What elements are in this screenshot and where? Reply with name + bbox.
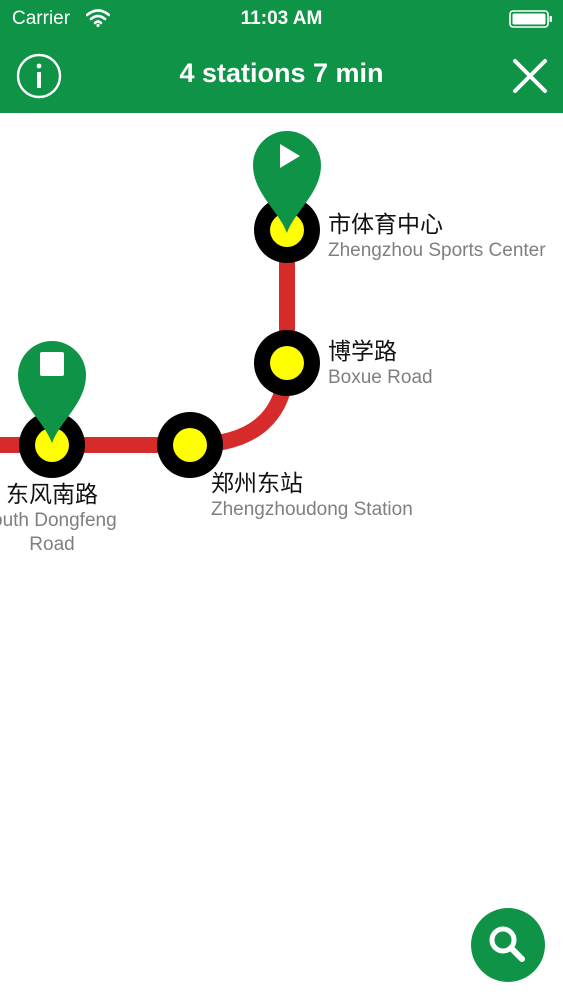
- station-name-en-line1: outh Dongfeng: [0, 510, 117, 531]
- status-bar: Carrier 11:03 AM: [0, 0, 563, 38]
- station-label-sports-center: 市体育中心 Zhengzhou Sports Center: [328, 211, 546, 263]
- battery-icon: [509, 10, 552, 28]
- stop-icon: [40, 352, 64, 376]
- info-icon[interactable]: [16, 53, 62, 99]
- search-icon: [489, 926, 525, 962]
- start-pin-icon: [253, 131, 321, 233]
- route-map: 市体育中心 Zhengzhou Sports Center 博学路 Boxue …: [0, 113, 563, 1000]
- header-bar: Carrier 11:03 AM 4 stations 7 min: [0, 0, 563, 113]
- search-button[interactable]: [471, 908, 545, 982]
- station-label-boxue-road: 博学路 Boxue Road: [328, 338, 433, 390]
- close-icon[interactable]: [509, 55, 551, 97]
- clock-time: 11:03 AM: [240, 8, 323, 29]
- station-name-en: Zhengzhou Sports Center: [328, 240, 546, 261]
- end-pin-icon: [18, 341, 86, 443]
- station-name-zh: 东风南路: [6, 482, 98, 508]
- station-name-en-line2: Road: [29, 534, 75, 555]
- station-name-zh: 市体育中心: [328, 212, 443, 238]
- station-marker-boxue-road[interactable]: [251, 327, 323, 399]
- station-name-zh: 博学路: [328, 339, 397, 365]
- page-title: 4 stations 7 min: [179, 58, 384, 88]
- station-label-dongfeng: 东风南路 outh Dongfeng Road: [0, 481, 117, 557]
- station-name-en: Boxue Road: [328, 367, 433, 388]
- station-name-zh: 郑州东站: [211, 471, 303, 497]
- station-name-en: Zhengzhoudong Station: [211, 499, 413, 520]
- station-label-zhengzhoudong: 郑州东站 Zhengzhoudong Station: [211, 470, 413, 522]
